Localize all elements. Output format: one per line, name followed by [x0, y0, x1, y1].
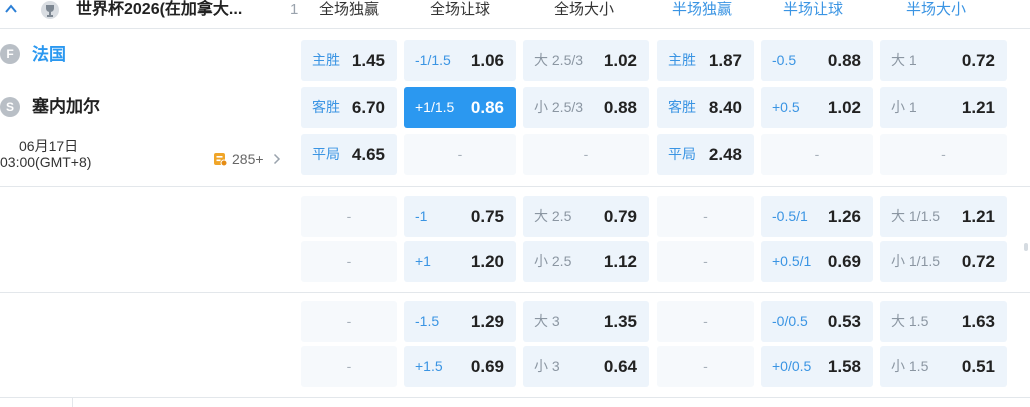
league-logo-icon	[41, 1, 59, 19]
col-header-ht-ou: 半场大小	[905, 1, 966, 18]
odds-ht-handicap-away[interactable]: +0.5 1.02	[761, 87, 873, 128]
col-header-ht-handicap: 半场让球	[782, 1, 843, 18]
odds-ft-ou-alt[interactable]: 小 2.5 1.12	[523, 241, 649, 282]
empty-cell: -	[657, 346, 754, 387]
odds-ft-ou-alt[interactable]: 大 3 1.35	[523, 301, 649, 342]
empty-cell: -	[523, 134, 649, 175]
empty-cell: -	[657, 301, 754, 342]
odds-ft-away[interactable]: 客胜 6.70	[301, 87, 397, 128]
row-divider	[0, 397, 1030, 398]
home-team-badge: F	[0, 44, 20, 64]
away-team-badge: S	[0, 97, 20, 117]
col-header-ft-ou: 全场大小	[553, 1, 614, 18]
row-divider	[0, 292, 1030, 293]
empty-cell: -	[761, 134, 873, 175]
home-team-name[interactable]: 法国	[32, 44, 66, 66]
league-title[interactable]: 世界杯2026(在加拿大...	[76, 0, 242, 20]
col-header-ht-1x2: 半场独赢	[671, 1, 732, 18]
empty-cell: -	[301, 346, 397, 387]
odds-ht-home[interactable]: 主胜 1.87	[657, 40, 754, 81]
odds-ht-handicap-alt[interactable]: -0.5/1 1.26	[761, 196, 873, 237]
odds-ft-under[interactable]: 小 2.5/3 0.88	[523, 87, 649, 128]
odds-ht-ou-alt[interactable]: 大 1.5 1.63	[880, 301, 1007, 342]
empty-cell: -	[404, 134, 516, 175]
match-time: 03:00(GMT+8)	[0, 154, 92, 170]
empty-cell: -	[657, 241, 754, 282]
odds-ht-away[interactable]: 客胜 8.40	[657, 87, 754, 128]
empty-cell: -	[301, 301, 397, 342]
odds-ht-handicap-alt[interactable]: +0/0.5 1.58	[761, 346, 873, 387]
col-header-ft-1x2: 全场独赢	[318, 1, 379, 18]
empty-cell: -	[301, 196, 397, 237]
odds-ht-draw[interactable]: 平局 2.48	[657, 134, 754, 175]
odds-ft-handicap-alt[interactable]: +1.5 0.69	[404, 346, 516, 387]
odds-ft-handicap-home[interactable]: -1/1.5 1.06	[404, 40, 516, 81]
odds-ft-home[interactable]: 主胜 1.45	[301, 40, 397, 81]
odds-ht-ou-alt[interactable]: 小 1/1.5 0.72	[880, 241, 1007, 282]
empty-cell: -	[657, 196, 754, 237]
odds-ft-handicap-alt[interactable]: +1 1.20	[404, 241, 516, 282]
odds-ht-handicap-alt[interactable]: +0.5/1 0.69	[761, 241, 873, 282]
empty-cell: -	[880, 134, 1007, 175]
odds-ft-handicap-alt[interactable]: -1 0.75	[404, 196, 516, 237]
away-team-name[interactable]: 塞内加尔	[32, 96, 100, 118]
odds-ht-handicap-home[interactable]: -0.5 0.88	[761, 40, 873, 81]
odds-ht-over[interactable]: 大 1 0.72	[880, 40, 1007, 81]
chevron-up-icon[interactable]	[4, 2, 18, 16]
markets-icon	[214, 153, 228, 167]
more-markets-count: 285+	[232, 151, 264, 167]
odds-ft-ou-alt[interactable]: 小 3 0.64	[523, 346, 649, 387]
league-header: 世界杯2026(在加拿大... 1 全场独赢 全场让球 全场大小 半场独赢 半场…	[0, 0, 1030, 22]
odds-ft-handicap-alt[interactable]: -1.5 1.29	[404, 301, 516, 342]
odds-ft-over[interactable]: 大 2.5/3 1.02	[523, 40, 649, 81]
odds-ft-draw[interactable]: 平局 4.65	[301, 134, 397, 175]
empty-cell: -	[301, 241, 397, 282]
chevron-right-icon	[273, 153, 281, 165]
odds-ht-ou-alt[interactable]: 小 1.5 0.51	[880, 346, 1007, 387]
scroll-indicator[interactable]	[1024, 243, 1028, 251]
odds-ht-under[interactable]: 小 1 1.21	[880, 87, 1007, 128]
odds-ht-ou-alt[interactable]: 大 1/1.5 1.21	[880, 196, 1007, 237]
row-divider	[0, 186, 1030, 187]
odds-ht-handicap-alt[interactable]: -0/0.5 0.53	[761, 301, 873, 342]
odds-ft-handicap-away-selected[interactable]: +1/1.5 0.86	[404, 87, 516, 128]
col-header-ft-handicap: 全场让球	[429, 1, 490, 18]
header-divider	[0, 28, 1030, 29]
match-date: 06月17日	[19, 138, 79, 154]
column-divider	[72, 398, 73, 407]
odds-ft-ou-alt[interactable]: 大 2.5 0.79	[523, 196, 649, 237]
